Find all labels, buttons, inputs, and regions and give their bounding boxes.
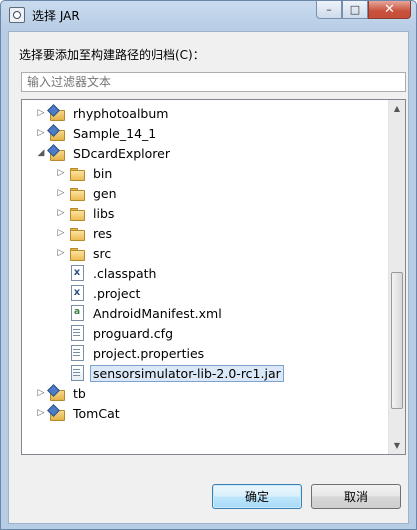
tree-item-label: gen [93, 185, 117, 201]
tree-item-label: bin [93, 165, 113, 181]
tree-item-label: TomCat [73, 405, 120, 421]
tree-item-label: .project [93, 285, 141, 301]
tree-item[interactable]: a AndroidManifest.xml [56, 303, 405, 323]
scrollbar-thumb[interactable] [391, 272, 403, 409]
tree-item-label: src [93, 245, 112, 261]
xml-file-icon: x [69, 285, 85, 301]
tree-item-label: AndroidManifest.xml [93, 305, 222, 321]
expand-arrow-icon[interactable]: ▷ [56, 248, 66, 258]
tree-item[interactable]: ▷ src [56, 243, 405, 263]
tree-item-label: tb [73, 385, 86, 401]
project-icon [49, 385, 65, 401]
collapse-arrow-icon[interactable]: ◢ [36, 148, 46, 158]
window-title: 选择 JAR [32, 9, 80, 23]
filter-input[interactable] [21, 72, 406, 92]
tree-item-label: sensorsimulator-lib-2.0-rc1.jar [90, 364, 284, 382]
expand-arrow-icon[interactable]: ▷ [36, 388, 46, 398]
folder-icon [69, 165, 85, 181]
window-controls: – □ ✕ [316, 1, 411, 21]
expand-arrow-icon[interactable]: ▷ [56, 168, 66, 178]
expand-arrow-icon[interactable]: ▷ [56, 208, 66, 218]
tree-item[interactable]: ▷ bin [56, 163, 405, 183]
expand-arrow-icon[interactable]: ▷ [36, 128, 46, 138]
tree-item-label: SDcardExplorer [73, 145, 170, 161]
maximize-button[interactable]: □ [342, 1, 368, 19]
tree-item[interactable]: ▷ TomCat [36, 403, 400, 423]
tree-item-label: Sample_14_1 [73, 125, 157, 141]
folder-icon [69, 205, 85, 221]
expand-arrow-icon[interactable]: ▷ [56, 188, 66, 198]
xml-file-icon: x [69, 265, 85, 281]
vertical-scrollbar[interactable]: ▲ ▼ [388, 100, 405, 454]
project-icon [49, 145, 65, 161]
folder-icon [69, 185, 85, 201]
tree-item[interactable]: x .classpath [56, 263, 405, 283]
tree-item-label: rhyphotoalbum [73, 105, 169, 121]
tree-item[interactable]: ▷ gen [56, 183, 405, 203]
folder-icon [69, 245, 85, 261]
tree-item[interactable]: sensorsimulator-lib-2.0-rc1.jar [56, 363, 405, 383]
tree-item[interactable]: ▷ res [56, 223, 405, 243]
archive-prompt-label: 选择要添加至构建路径的归档(C)： [19, 48, 205, 62]
tree-item[interactable]: proguard.cfg [56, 323, 405, 343]
expand-arrow-icon[interactable]: ▷ [56, 228, 66, 238]
tree-item[interactable]: project.properties [56, 343, 405, 363]
jar-file-icon [69, 365, 85, 381]
tree-item[interactable]: ◢ SDcardExplorer [36, 143, 400, 163]
eclipse-app-icon [9, 7, 25, 23]
tree-item[interactable]: x .project [56, 283, 405, 303]
android-manifest-icon: a [69, 305, 85, 321]
scroll-up-arrow-icon[interactable]: ▲ [389, 100, 405, 117]
minimize-button[interactable]: – [316, 1, 342, 19]
text-file-icon [69, 325, 85, 341]
close-button[interactable]: ✕ [368, 1, 411, 19]
title-bar[interactable]: 选择 JAR – □ ✕ [1, 1, 416, 29]
tree-item[interactable]: ▷ Sample_14_1 [36, 123, 400, 143]
project-icon [49, 405, 65, 421]
tree-item-label: res [93, 225, 113, 241]
archive-tree[interactable]: ▷ rhyphotoalbum ▷ Sample_14_1 ◢ SDcardExplore… [21, 99, 406, 455]
tree-item[interactable]: ▷ libs [56, 203, 405, 223]
scroll-down-arrow-icon[interactable]: ▼ [389, 437, 405, 454]
properties-file-icon [69, 345, 85, 361]
tree-item[interactable]: ▷ tb [36, 383, 400, 403]
cancel-button[interactable]: 取消 [311, 484, 401, 509]
dialog-body: 选择要添加至构建路径的归档(C)： ▷ rhyphotoalbum ▷ Sample_… [8, 31, 409, 524]
expand-arrow-icon[interactable]: ▷ [36, 108, 46, 118]
project-icon [49, 105, 65, 121]
folder-icon [69, 225, 85, 241]
tree-item-label: project.properties [93, 345, 205, 361]
tree-item-label: .classpath [93, 265, 157, 281]
expand-arrow-icon[interactable]: ▷ [36, 408, 46, 418]
ok-button[interactable]: 确定 [212, 484, 302, 509]
tree-item[interactable]: ▷ rhyphotoalbum [36, 103, 400, 123]
tree-item-label: libs [93, 205, 115, 221]
select-jar-dialog: 选择 JAR – □ ✕ 选择要添加至构建路径的归档(C)： ▷ rhyphoto… [0, 0, 417, 530]
tree-item-label: proguard.cfg [93, 325, 173, 341]
project-icon [49, 125, 65, 141]
